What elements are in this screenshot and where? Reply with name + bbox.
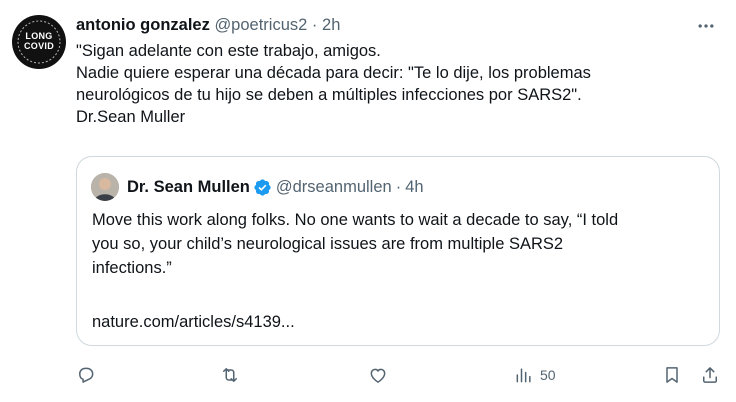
views-chart-icon: [516, 368, 531, 383]
author-handle[interactable]: @poetricus2: [214, 16, 307, 34]
quote-author-name[interactable]: Dr. Sean Mullen: [127, 176, 250, 198]
quote-text-line: you so, your child’s neurological issues…: [92, 235, 564, 253]
quote-author-avatar[interactable]: [91, 173, 119, 201]
quote-link[interactable]: nature.com/articles/s4139...: [92, 311, 295, 333]
bookmark-icon: [666, 367, 678, 383]
quote-text-line: infections.”: [92, 259, 172, 277]
person-photo-icon: [91, 173, 119, 201]
avatar-label: LONG COVID: [23, 31, 54, 51]
quote-text: Move this work along folks. No one wants…: [92, 208, 712, 280]
views-count: 50: [540, 367, 556, 383]
reply-icon: [79, 367, 94, 383]
verified-badge-icon: [254, 178, 271, 196]
author-avatar[interactable]: LONG COVID: [12, 15, 66, 69]
more-options-icon[interactable]: [696, 16, 716, 36]
tweet-header: antonio gonzalez @poetricus2 · 2h: [76, 14, 340, 36]
bookmark-button[interactable]: [662, 364, 682, 386]
quote-author-handle[interactable]: @drseanmullen: [276, 176, 392, 198]
repost-button[interactable]: [220, 364, 240, 386]
quote-time[interactable]: 4h: [405, 176, 423, 198]
tweet-text-line: "Sigan adelante con este trabajo, amigos…: [76, 42, 381, 60]
tweet-text-line: Dr.Sean Muller: [76, 108, 186, 126]
author-name[interactable]: antonio gonzalez: [76, 16, 210, 34]
repost-icon: [223, 368, 237, 382]
share-icon: [703, 367, 717, 383]
meta-separator: ·: [395, 178, 402, 196]
quoted-tweet[interactable]: Dr. Sean Mullen @drseanmullen · 4h Move …: [76, 156, 720, 346]
meta-separator: ·: [311, 16, 318, 34]
tweet-time[interactable]: 2h: [322, 16, 340, 34]
heart-icon: [370, 368, 386, 383]
reply-button[interactable]: [76, 364, 96, 386]
tweet-text: "Sigan adelante con este trabajo, amigos…: [76, 40, 716, 128]
views-button[interactable]: 50: [514, 364, 556, 386]
like-button[interactable]: [368, 364, 388, 386]
share-button[interactable]: [700, 364, 720, 386]
quote-text-line: Move this work along folks. No one wants…: [92, 211, 619, 229]
tweet-text-line: Nadie quiere esperar una década para dec…: [76, 64, 591, 82]
quote-header: Dr. Sean Mullen @drseanmullen · 4h: [127, 176, 424, 198]
tweet-text-line: neurológicos de tu hijo se deben a múlti…: [76, 86, 582, 104]
